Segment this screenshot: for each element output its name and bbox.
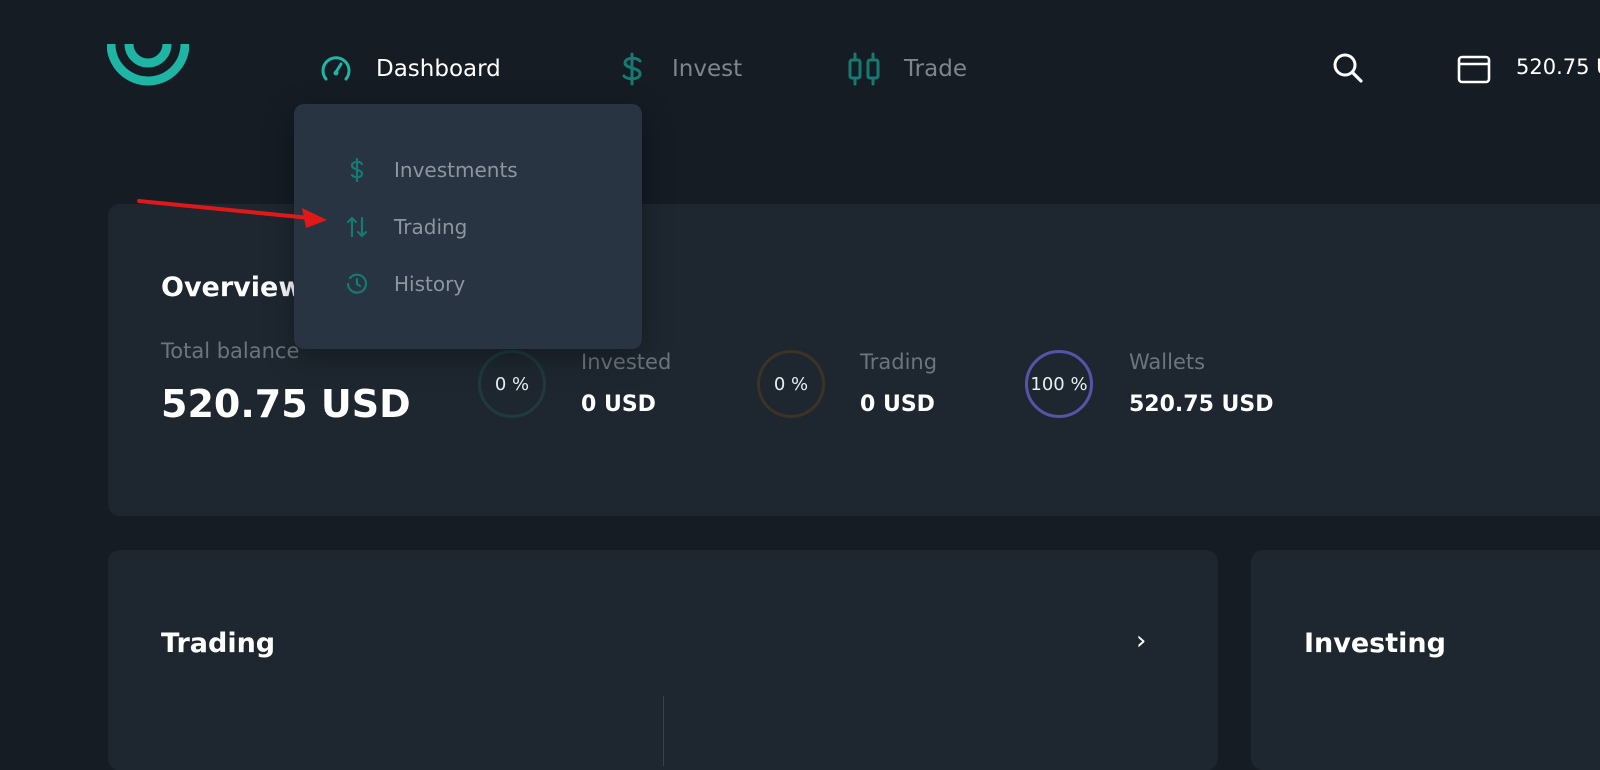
stat-label: Invested	[581, 350, 672, 374]
dropdown-item-history[interactable]: History	[343, 269, 465, 299]
dollar-icon	[614, 51, 650, 87]
clock-icon	[343, 270, 371, 298]
chevron-right-icon[interactable]: ›	[1136, 626, 1146, 656]
divider	[663, 696, 664, 766]
dropdown-item-investments[interactable]: Investments	[343, 155, 518, 185]
nav-invest[interactable]: Invest	[614, 52, 742, 86]
header-balance[interactable]: 520.75 U	[1516, 55, 1600, 79]
nav-dashboard-label: Dashboard	[376, 56, 501, 82]
search-icon[interactable]	[1330, 50, 1366, 86]
stat-value: 0 USD	[581, 392, 656, 417]
arrows-up-down-icon	[343, 213, 371, 241]
stat-label: Trading	[860, 350, 938, 374]
wallets-percent-ring: 100 %	[1025, 350, 1093, 418]
dropdown-item-label: History	[394, 272, 466, 296]
dollar-icon	[343, 156, 371, 184]
stat-value: 520.75 USD	[1129, 392, 1274, 417]
speedometer-icon	[318, 51, 354, 87]
trading-card-title: Trading	[161, 628, 276, 659]
nav-invest-label: Invest	[672, 56, 743, 82]
annotation-arrow-icon	[137, 199, 327, 228]
candlestick-icon	[846, 51, 882, 87]
stat-value: 0 USD	[860, 392, 935, 417]
nav-dashboard[interactable]: Dashboard	[318, 52, 501, 86]
overview-title: Overview	[161, 272, 304, 303]
total-balance-label: Total balance	[161, 339, 300, 363]
invested-percent-ring: 0 %	[478, 350, 546, 418]
logo-icon[interactable]	[107, 30, 189, 92]
investing-card-title: Investing	[1304, 628, 1446, 659]
trading-percent-ring: 0 %	[757, 350, 825, 418]
stat-label: Wallets	[1129, 350, 1206, 374]
total-balance-value: 520.75 USD	[161, 382, 411, 426]
dropdown-item-label: Trading	[394, 215, 468, 239]
dropdown-item-trading[interactable]: Trading	[343, 212, 467, 242]
nav-trade-label: Trade	[904, 56, 967, 82]
investing-card	[1251, 550, 1600, 770]
dropdown-item-label: Investments	[394, 158, 518, 182]
nav-trade[interactable]: Trade	[846, 52, 967, 86]
wallet-icon[interactable]	[1456, 52, 1492, 86]
